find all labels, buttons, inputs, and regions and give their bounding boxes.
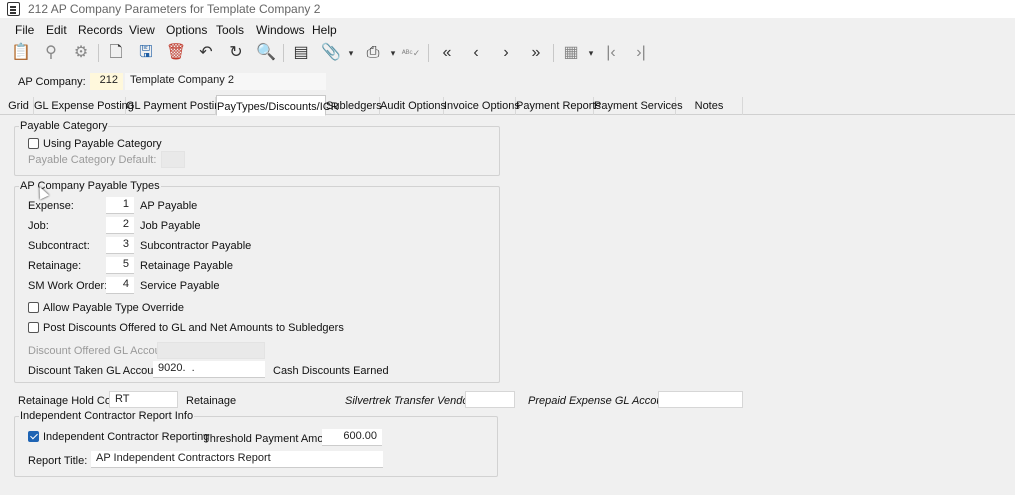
print-dropdown-icon[interactable]: ▾ <box>388 43 398 63</box>
post-discounts-label: Post Discounts Offered to GL and Net Amo… <box>43 322 344 334</box>
save-icon[interactable]: 🖫 <box>135 43 157 63</box>
discount-taken-gl-input[interactable]: 9020. . <box>153 361 265 378</box>
tab-strip: Grid GL Expense Posting GL Payment Posti… <box>0 95 1015 116</box>
undo-icon[interactable]: ↶ <box>195 43 217 63</box>
last-record-icon[interactable]: » <box>525 43 547 63</box>
discount-offered-gl-label: Discount Offered GL Account: <box>28 345 173 357</box>
app-icon <box>7 2 20 16</box>
prepaid-expense-gl-label: Prepaid Expense GL Account: <box>528 395 675 407</box>
first-page-icon[interactable]: |‹ <box>600 43 622 63</box>
attachment-icon[interactable]: 📎 <box>320 43 342 63</box>
menu-options[interactable]: Options <box>166 23 207 37</box>
clipboard-check-icon[interactable]: 📋 <box>10 43 32 63</box>
threshold-payment-amount-label: Threshold Payment Amount: <box>203 433 342 445</box>
ap-company-input[interactable]: 212 <box>90 73 123 90</box>
job-label: Job: <box>28 220 49 232</box>
job-paytype-input[interactable]: 2 <box>106 217 134 234</box>
report-title-input[interactable]: AP Independent Contractors Report <box>91 451 383 468</box>
menu-view[interactable]: View <box>129 23 155 37</box>
icr-title: Independent Contractor Report Info <box>19 410 195 422</box>
payable-category-default-input[interactable] <box>161 151 185 168</box>
retainage-paytype-input[interactable]: 5 <box>106 257 134 274</box>
allow-payable-type-override-label: Allow Payable Type Override <box>43 302 185 314</box>
menu-help[interactable]: Help <box>312 23 337 37</box>
independent-contractor-reporting-label: Independent Contractor Reporting <box>43 431 210 443</box>
tab-payment-services[interactable]: Payment Services <box>594 97 683 115</box>
attachment-dropdown-icon[interactable]: ▾ <box>346 43 356 63</box>
payable-category-group <box>14 126 500 176</box>
notes-icon[interactable]: ▤ <box>290 43 312 63</box>
independent-contractor-reporting-checkbox[interactable] <box>28 431 39 442</box>
expense-paytype-desc: AP Payable <box>140 200 198 212</box>
expense-paytype-input[interactable]: 1 <box>106 197 134 214</box>
subcontract-label: Subcontract: <box>28 240 90 252</box>
retainage-paytype-label: Retainage: <box>28 260 82 272</box>
toolbar: 📋 ⚲ ⚙ 🗋 🖫 🗑 ↶ ↻ 🔍 ▤ 📎 ▾ ⎙ ▾ ᴬᴮᶜ✓ « ‹ › »… <box>0 40 1015 66</box>
silvertrek-transfer-vendor-input[interactable] <box>465 391 515 408</box>
next-record-icon[interactable]: › <box>495 43 517 63</box>
job-paytype-desc: Job Payable <box>140 220 201 232</box>
menu-edit[interactable]: Edit <box>46 23 67 37</box>
discount-taken-gl-label: Discount Taken GL Account: <box>28 365 166 377</box>
gear-icon[interactable]: ⚙ <box>70 43 92 63</box>
payable-category-title: Payable Category <box>19 120 109 132</box>
tab-paytypes-discounts-icr[interactable]: PayTypes/Discounts/ICR <box>216 95 339 116</box>
report-title-label: Report Title: <box>28 455 88 467</box>
tab-subledgers[interactable]: Subledgers <box>326 97 382 115</box>
first-record-icon[interactable]: « <box>436 43 458 63</box>
window-title: 212 AP Company Parameters for Template C… <box>28 2 321 16</box>
expense-label: Expense: <box>28 200 74 212</box>
spellcheck-icon[interactable]: ᴬᴮᶜ✓ <box>400 43 422 63</box>
tab-gl-expense-posting[interactable]: GL Expense Posting <box>34 97 134 115</box>
tab-invoice-options[interactable]: Invoice Options <box>444 97 520 115</box>
subcontract-paytype-input[interactable]: 3 <box>106 237 134 254</box>
new-record-icon[interactable]: 🗋 <box>105 43 127 63</box>
grid-view-icon[interactable]: ▦ <box>560 43 582 63</box>
menu-bar: File Edit Records View Options Tools Win… <box>0 19 1015 40</box>
menu-records[interactable]: Records <box>78 23 123 37</box>
post-discounts-checkbox[interactable] <box>28 322 39 333</box>
previous-record-icon[interactable]: ‹ <box>465 43 487 63</box>
ap-company-name: Template Company 2 <box>125 73 326 90</box>
search-icon[interactable]: 🔍 <box>255 43 277 63</box>
grid-view-dropdown-icon[interactable]: ▾ <box>586 43 596 63</box>
tab-grid[interactable]: Grid <box>4 97 34 115</box>
allow-payable-type-override-checkbox[interactable] <box>28 302 39 313</box>
silvertrek-transfer-vendor-label: Silvertrek Transfer Vendor: <box>345 395 476 407</box>
sm-work-order-paytype-desc: Service Payable <box>140 280 220 292</box>
prepaid-expense-gl-input[interactable] <box>658 391 743 408</box>
discount-offered-gl-input[interactable] <box>157 342 265 359</box>
tab-notes[interactable]: Notes <box>676 97 743 115</box>
refresh-icon[interactable]: ↻ <box>225 43 247 63</box>
sm-work-order-paytype-input[interactable]: 4 <box>106 277 134 294</box>
retainage-hold-code-input[interactable]: RT <box>109 391 178 408</box>
using-payable-category-label: Using Payable Category <box>43 138 162 150</box>
print-icon[interactable]: ⎙ <box>362 43 384 63</box>
subcontract-paytype-desc: Subcontractor Payable <box>140 240 252 252</box>
tab-audit-options[interactable]: Audit Options <box>380 97 446 115</box>
using-payable-category-checkbox[interactable] <box>28 138 39 149</box>
ap-company-label: AP Company: <box>18 76 86 88</box>
binoculars-icon[interactable]: ⚲ <box>40 43 62 63</box>
payable-category-default-label: Payable Category Default: <box>28 154 157 166</box>
retainage-paytype-desc: Retainage Payable <box>140 260 233 272</box>
last-page-icon[interactable]: ›| <box>630 43 652 63</box>
menu-tools[interactable]: Tools <box>216 23 244 37</box>
title-bar: 212 AP Company Parameters for Template C… <box>0 0 1015 18</box>
tab-gl-payment-posting[interactable]: GL Payment Posting <box>126 97 226 115</box>
retainage-hold-code-desc: Retainage <box>186 395 237 407</box>
delete-icon[interactable]: 🗑 <box>165 43 187 63</box>
tab-payment-reports[interactable]: Payment Reports <box>516 97 601 115</box>
sm-work-order-label: SM Work Order: <box>28 280 108 292</box>
threshold-payment-amount-input[interactable]: 600.00 <box>322 429 382 446</box>
menu-file[interactable]: File <box>15 23 34 37</box>
discount-taken-gl-desc: Cash Discounts Earned <box>273 365 389 377</box>
menu-windows[interactable]: Windows <box>256 23 305 37</box>
